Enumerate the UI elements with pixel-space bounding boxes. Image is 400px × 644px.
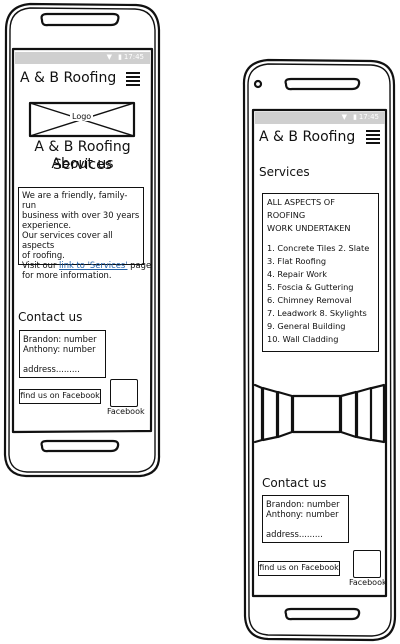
contact-line: Anthony: number xyxy=(266,509,339,519)
contact-line: Brandon: number xyxy=(23,334,97,344)
status-bar: ▼ ▮ 17:45 xyxy=(255,112,385,124)
about-line: experience. xyxy=(22,220,72,230)
services-list: 1. Concrete Tiles 2. Slate 3. Flat Roofi… xyxy=(267,242,374,346)
about-line: We are a friendly, family-run xyxy=(22,190,128,210)
facebook-caption: Facebook xyxy=(349,578,387,587)
status-time: 17:45 xyxy=(358,113,379,121)
about-text-box: We are a friendly, family-run business w… xyxy=(18,187,151,280)
hamburger-menu-icon[interactable] xyxy=(366,128,380,146)
services-intro-line: WORK UNDERTAKEN xyxy=(267,223,351,233)
about-line: for more information. xyxy=(22,270,112,280)
service-item: 7. Leadwork 8. Skylights xyxy=(267,308,367,318)
contact-heading: Contact us xyxy=(262,476,327,490)
battery-icon: ▮ xyxy=(118,53,122,61)
status-time: 17:45 xyxy=(123,53,144,61)
about-line: Our services cover all aspects xyxy=(22,230,113,250)
facebook-icon[interactable] xyxy=(110,379,138,407)
logo-label: Logo xyxy=(70,112,94,121)
services-intro-line: ALL ASPECTS OF xyxy=(267,197,335,207)
facebook-button[interactable]: find us on Facebook xyxy=(258,561,340,576)
facebook-button[interactable]: find us on Facebook xyxy=(19,389,101,404)
contact-line: Brandon: number xyxy=(266,499,340,509)
battery-icon: ▮ xyxy=(353,113,357,121)
services-link[interactable]: link to 'Services' xyxy=(59,260,127,270)
contact-line: Anthony: number xyxy=(23,344,96,354)
hamburger-menu-icon[interactable] xyxy=(126,70,140,88)
image-carousel-sketch xyxy=(253,383,386,444)
service-item: 6. Chimney Removal xyxy=(267,295,352,305)
services-box: ALL ASPECTS OF ROOFING WORK UNDERTAKEN 1… xyxy=(262,193,379,352)
app-title[interactable]: A & B Roofing xyxy=(259,129,355,145)
about-line: of roofing. xyxy=(22,250,65,260)
contact-details-box: Brandon: number Anthony: number address.… xyxy=(19,330,106,378)
services-intro-line: ROOFING xyxy=(267,210,306,220)
service-item: 1. Concrete Tiles 2. Slate xyxy=(267,243,370,253)
contact-heading: Contact us xyxy=(18,310,83,324)
contact-details-box: Brandon: number Anthony: number address.… xyxy=(262,495,349,543)
service-item: 9. General Building xyxy=(267,321,346,331)
wifi-icon: ▼ xyxy=(106,53,112,61)
about-visit-line: Visit our link to 'Services' page xyxy=(22,260,151,270)
app-title[interactable]: A & B Roofing xyxy=(20,70,116,86)
visit-suffix: page xyxy=(127,260,152,270)
service-item: 10. Wall Cladding xyxy=(267,334,339,344)
logo-placeholder: Logo xyxy=(30,103,134,136)
contact-address: address......... xyxy=(23,364,80,374)
service-item: 5. Foscia & Guttering xyxy=(267,282,354,292)
facebook-caption: Facebook xyxy=(107,407,145,416)
status-bar: ▼ ▮ 17:45 xyxy=(15,52,150,64)
services-heading: Services xyxy=(259,165,310,179)
about-line: business with over 30 years xyxy=(22,210,140,220)
service-item: 3. Flat Roofing xyxy=(267,256,327,266)
contact-address: address......... xyxy=(266,529,323,539)
visit-prefix: Visit our xyxy=(22,260,60,270)
facebook-icon[interactable] xyxy=(353,550,381,578)
about-heading: About us xyxy=(51,156,114,172)
wifi-icon: ▼ xyxy=(341,113,347,121)
services-intro: ALL ASPECTS OF ROOFING WORK UNDERTAKEN xyxy=(267,196,374,235)
service-item: 4. Repair Work xyxy=(267,269,327,279)
